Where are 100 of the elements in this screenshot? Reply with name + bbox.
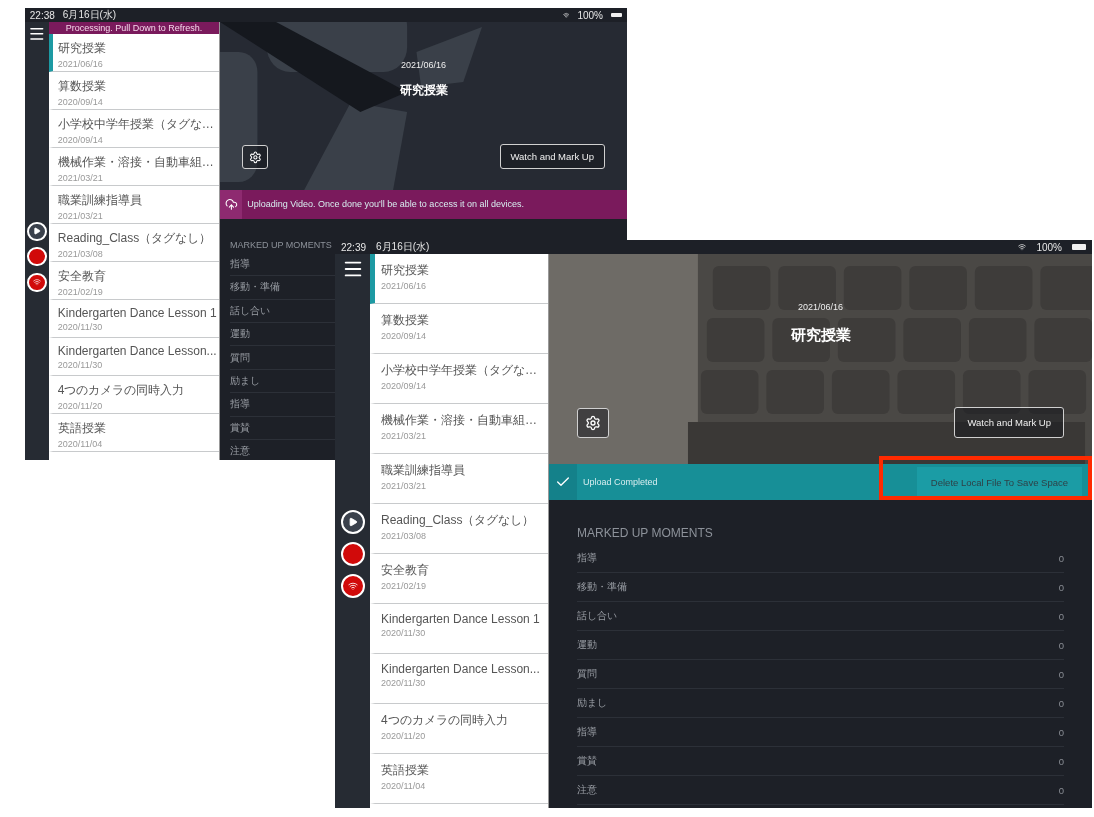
session-heading: 研究授業 (790, 326, 851, 345)
session-title: 4つのカメラの同時入力 (381, 712, 509, 729)
session-item[interactable]: 英語授業 2020/11/04 (49, 414, 219, 452)
session-date: 2021/06/16 (797, 302, 843, 312)
wifi-icon (347, 581, 358, 591)
upload-message: Uploading Video. Once done you'll be able to access it on all devices. (247, 199, 524, 210)
session-date: 2021/03/08 (57, 249, 104, 259)
moment-label: 励まし (577, 696, 607, 710)
moments-heading: MARKED UP MOMENTS (577, 526, 713, 540)
session-date: 2020/11/20 (381, 731, 427, 741)
record-button[interactable] (340, 542, 365, 566)
session-item[interactable]: Kindergarten Dance Lesson... 2020/11/30 (49, 338, 219, 376)
session-item[interactable]: Reading_Class（タグなし） 2021/03/08 (49, 224, 219, 262)
session-title: 安全教育 (381, 562, 430, 579)
session-title: Kindergarten Dance Lesson 1 (381, 612, 541, 626)
watch-button[interactable]: Watch and Mark Up (954, 407, 1064, 438)
moment-label: 質問 (230, 350, 250, 365)
session-date: 2021/02/19 (381, 581, 428, 591)
session-title: Kindergarten Dance Lesson 1 (57, 306, 217, 321)
session-item[interactable]: Reading_Class（タグなし） 2021/03/08 (370, 504, 548, 554)
session-item[interactable]: 4つのカメラの同時入力 2020/11/20 (370, 704, 548, 754)
session-title: 研究授業 (57, 40, 107, 58)
session-item[interactable]: 4つのカメラの同時入力 2020/11/20 (49, 376, 219, 414)
play-icon (33, 227, 41, 236)
moment-label: 運動 (230, 327, 250, 342)
status-date: 6月16日(水) (62, 8, 117, 22)
wifi-icon (1018, 243, 1027, 251)
session-item[interactable]: 安全教育 2021/02/19 (49, 262, 219, 300)
moment-label: 指導 (230, 256, 250, 271)
session-title: 職業訓練指導員 (57, 192, 143, 210)
session-date: 2021/03/21 (57, 211, 104, 221)
session-item[interactable]: 安全教育 2021/02/19 (370, 554, 548, 604)
menu-icon[interactable] (28, 25, 46, 43)
battery-icon (1072, 244, 1086, 250)
moment-count: 0 (1058, 581, 1064, 593)
stream-button[interactable] (27, 272, 47, 292)
moment-label: 指導 (577, 725, 597, 739)
session-date: 2021/06/16 (381, 281, 428, 291)
settings-icon (585, 415, 601, 431)
session-title: 機械作業・溶接・自動車組… (381, 412, 538, 429)
session-date: 2020/11/04 (381, 781, 427, 791)
session-title: 英語授業 (57, 420, 107, 438)
session-title: 4つのカメラの同時入力 (57, 382, 186, 400)
session-date: 2020/11/20 (57, 401, 104, 411)
session-title: Kindergarten Dance Lesson... (381, 662, 541, 676)
upload-message: Upload Completed (583, 477, 658, 487)
session-date: 2020/09/14 (381, 381, 428, 391)
moment-count: 0 (1058, 552, 1064, 564)
status-date: 6月16日(水) (376, 240, 430, 254)
stream-button[interactable] (340, 574, 365, 598)
session-title: Reading_Class（タグなし） (381, 512, 536, 529)
session-title: 小学校中学年授業（タグな… (381, 362, 538, 379)
battery-level: 100% (577, 9, 603, 21)
wifi-icon (563, 11, 570, 19)
moment-label: 賞賛 (230, 420, 250, 435)
session-title: 安全教育 (57, 268, 107, 286)
moment-count: 0 (1058, 639, 1064, 651)
video-button[interactable] (27, 221, 47, 241)
settings-icon (248, 150, 262, 164)
session-title: 職業訓練指導員 (381, 462, 466, 479)
session-date: 2020/11/30 (381, 678, 427, 688)
record-button[interactable] (27, 247, 47, 267)
session-title: 英語授業 (381, 762, 430, 779)
moment-label: 注意 (230, 444, 250, 459)
settings-button[interactable] (577, 408, 609, 438)
session-title: Reading_Class（タグなし） (57, 230, 213, 248)
moment-count: 0 (1058, 784, 1064, 796)
moment-label: 励まし (230, 373, 260, 388)
video-button[interactable] (340, 510, 365, 534)
moment-label: 指導 (577, 551, 597, 565)
battery-icon (611, 12, 623, 18)
play-icon (347, 517, 358, 527)
settings-button[interactable] (242, 145, 268, 170)
moment-label: 運動 (577, 638, 597, 652)
moment-label: 注意 (577, 783, 597, 797)
moment-count: 0 (1058, 610, 1064, 622)
moment-count: 0 (1058, 668, 1064, 680)
session-title: 機械作業・溶接・自動車組… (57, 154, 215, 172)
session-date: 2020/11/30 (57, 360, 104, 370)
session-date: 2021/03/21 (381, 481, 428, 491)
watch-button[interactable]: Watch and Mark Up (499, 144, 605, 170)
status-time: 22:38 (29, 9, 55, 21)
session-item[interactable]: 英語授業 2020/11/04 (370, 754, 548, 804)
moment-label: 賞賛 (577, 754, 597, 768)
moment-label: 移動・準備 (577, 580, 627, 594)
session-item[interactable]: Kindergarten Dance Lesson 1 2020/11/30 (49, 300, 219, 338)
session-date: 2020/09/14 (381, 331, 428, 341)
moment-label: 指導 (230, 397, 250, 412)
session-date: 2021/06/16 (400, 60, 446, 71)
battery-level: 100% (1036, 241, 1062, 253)
session-date: 2021/06/16 (57, 59, 104, 69)
session-date: 2021/02/19 (57, 287, 104, 297)
session-title: 算数授業 (57, 78, 107, 96)
session-item[interactable]: Kindergarten Dance Lesson 1 2020/11/30 (370, 604, 548, 654)
moment-label: 移動・準備 (230, 280, 280, 295)
moment-label: 話し合い (577, 609, 617, 623)
moments-heading: MARKED UP MOMENTS (230, 239, 332, 250)
session-date: 2020/11/30 (381, 628, 427, 638)
status-time: 22:39 (341, 241, 367, 253)
session-item[interactable]: Kindergarten Dance Lesson... 2020/11/30 (370, 654, 548, 704)
